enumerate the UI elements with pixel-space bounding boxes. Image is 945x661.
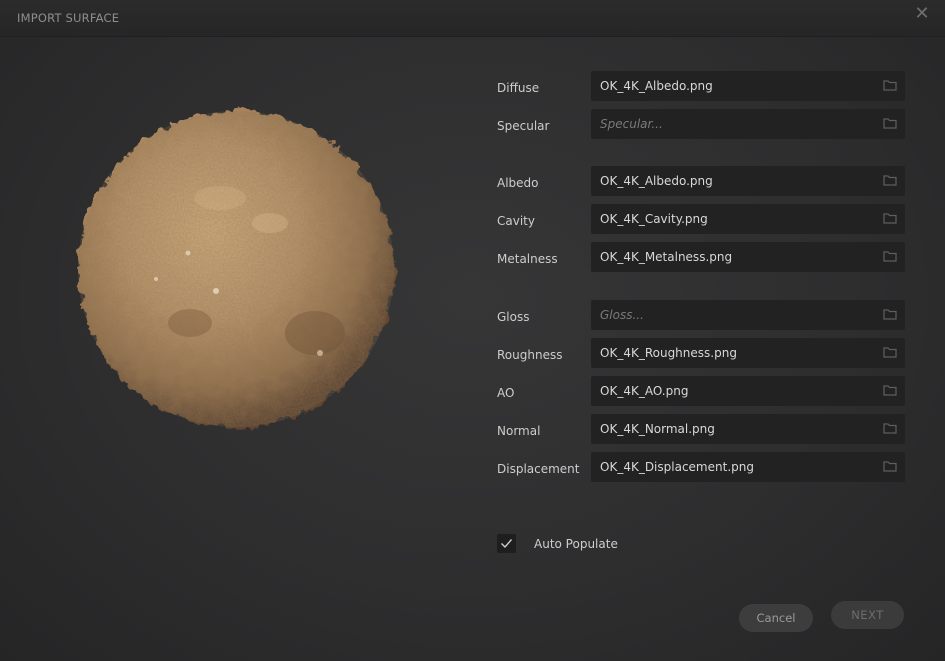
albedo-value: OK_4K_Albedo.png: [600, 174, 713, 188]
specular-placeholder: Specular...: [600, 117, 663, 131]
ao-value: OK_4K_AO.png: [600, 384, 689, 398]
folder-icon[interactable]: [883, 117, 897, 129]
checkmark-icon: [501, 539, 513, 549]
displacement-label: Displacement: [497, 462, 580, 476]
ao-label: AO: [497, 386, 515, 400]
folder-icon[interactable]: [883, 174, 897, 186]
albedo-input[interactable]: OK_4K_Albedo.png: [591, 166, 905, 196]
cavity-input[interactable]: OK_4K_Cavity.png: [591, 204, 905, 234]
field-row-gloss: Gloss Gloss...: [497, 300, 905, 330]
field-row-roughness: Roughness OK_4K_Roughness.png: [497, 338, 905, 368]
metalness-input[interactable]: OK_4K_Metalness.png: [591, 242, 905, 272]
roughness-value: OK_4K_Roughness.png: [600, 346, 737, 360]
normal-input[interactable]: OK_4K_Normal.png: [591, 414, 905, 444]
diffuse-input[interactable]: OK_4K_Albedo.png: [591, 71, 905, 101]
diffuse-value: OK_4K_Albedo.png: [600, 79, 713, 93]
normal-label: Normal: [497, 424, 541, 438]
gloss-placeholder: Gloss...: [600, 308, 644, 322]
displacement-value: OK_4K_Displacement.png: [600, 460, 754, 474]
albedo-label: Albedo: [497, 176, 539, 190]
roughness-label: Roughness: [497, 348, 563, 362]
folder-icon[interactable]: [883, 308, 897, 320]
normal-value: OK_4K_Normal.png: [600, 422, 715, 436]
field-row-albedo: Albedo OK_4K_Albedo.png: [497, 166, 905, 196]
specular-input[interactable]: Specular...: [591, 109, 905, 139]
roughness-input[interactable]: OK_4K_Roughness.png: [591, 338, 905, 368]
metalness-value: OK_4K_Metalness.png: [600, 250, 733, 264]
folder-icon[interactable]: [883, 212, 897, 224]
field-row-ao: AO OK_4K_AO.png: [497, 376, 905, 406]
folder-icon[interactable]: [883, 422, 897, 434]
gloss-label: Gloss: [497, 310, 530, 324]
cavity-label: Cavity: [497, 214, 535, 228]
surface-preview-sphere: [78, 111, 394, 427]
auto-populate-checkbox[interactable]: [497, 534, 516, 553]
displacement-input[interactable]: OK_4K_Displacement.png: [591, 452, 905, 482]
diffuse-label: Diffuse: [497, 81, 540, 95]
title-bar: IMPORT SURFACE ✕: [0, 0, 945, 37]
close-icon[interactable]: ✕: [913, 5, 931, 23]
folder-icon[interactable]: [883, 384, 897, 396]
auto-populate-label: Auto Populate: [534, 537, 618, 551]
field-row-normal: Normal OK_4K_Normal.png: [497, 414, 905, 444]
ao-input[interactable]: OK_4K_AO.png: [591, 376, 905, 406]
field-row-specular: Specular Specular...: [497, 109, 905, 139]
folder-icon[interactable]: [883, 346, 897, 358]
gloss-input[interactable]: Gloss...: [591, 300, 905, 330]
folder-icon[interactable]: [883, 79, 897, 91]
metalness-label: Metalness: [497, 252, 558, 266]
folder-icon[interactable]: [883, 250, 897, 262]
cancel-button[interactable]: Cancel: [739, 604, 813, 632]
folder-icon[interactable]: [883, 460, 897, 472]
field-row-displacement: Displacement OK_4K_Displacement.png: [497, 452, 905, 482]
specular-label: Specular: [497, 119, 550, 133]
field-row-diffuse: Diffuse OK_4K_Albedo.png: [497, 71, 905, 101]
import-surface-dialog: IMPORT SURFACE ✕ Diffuse OK_4K_Albedo.pn…: [0, 0, 945, 661]
field-row-metalness: Metalness OK_4K_Metalness.png: [497, 242, 905, 272]
field-row-cavity: Cavity OK_4K_Cavity.png: [497, 204, 905, 234]
cavity-value: OK_4K_Cavity.png: [600, 212, 708, 226]
next-button[interactable]: NEXT: [831, 601, 904, 629]
dialog-title: IMPORT SURFACE: [17, 11, 120, 25]
